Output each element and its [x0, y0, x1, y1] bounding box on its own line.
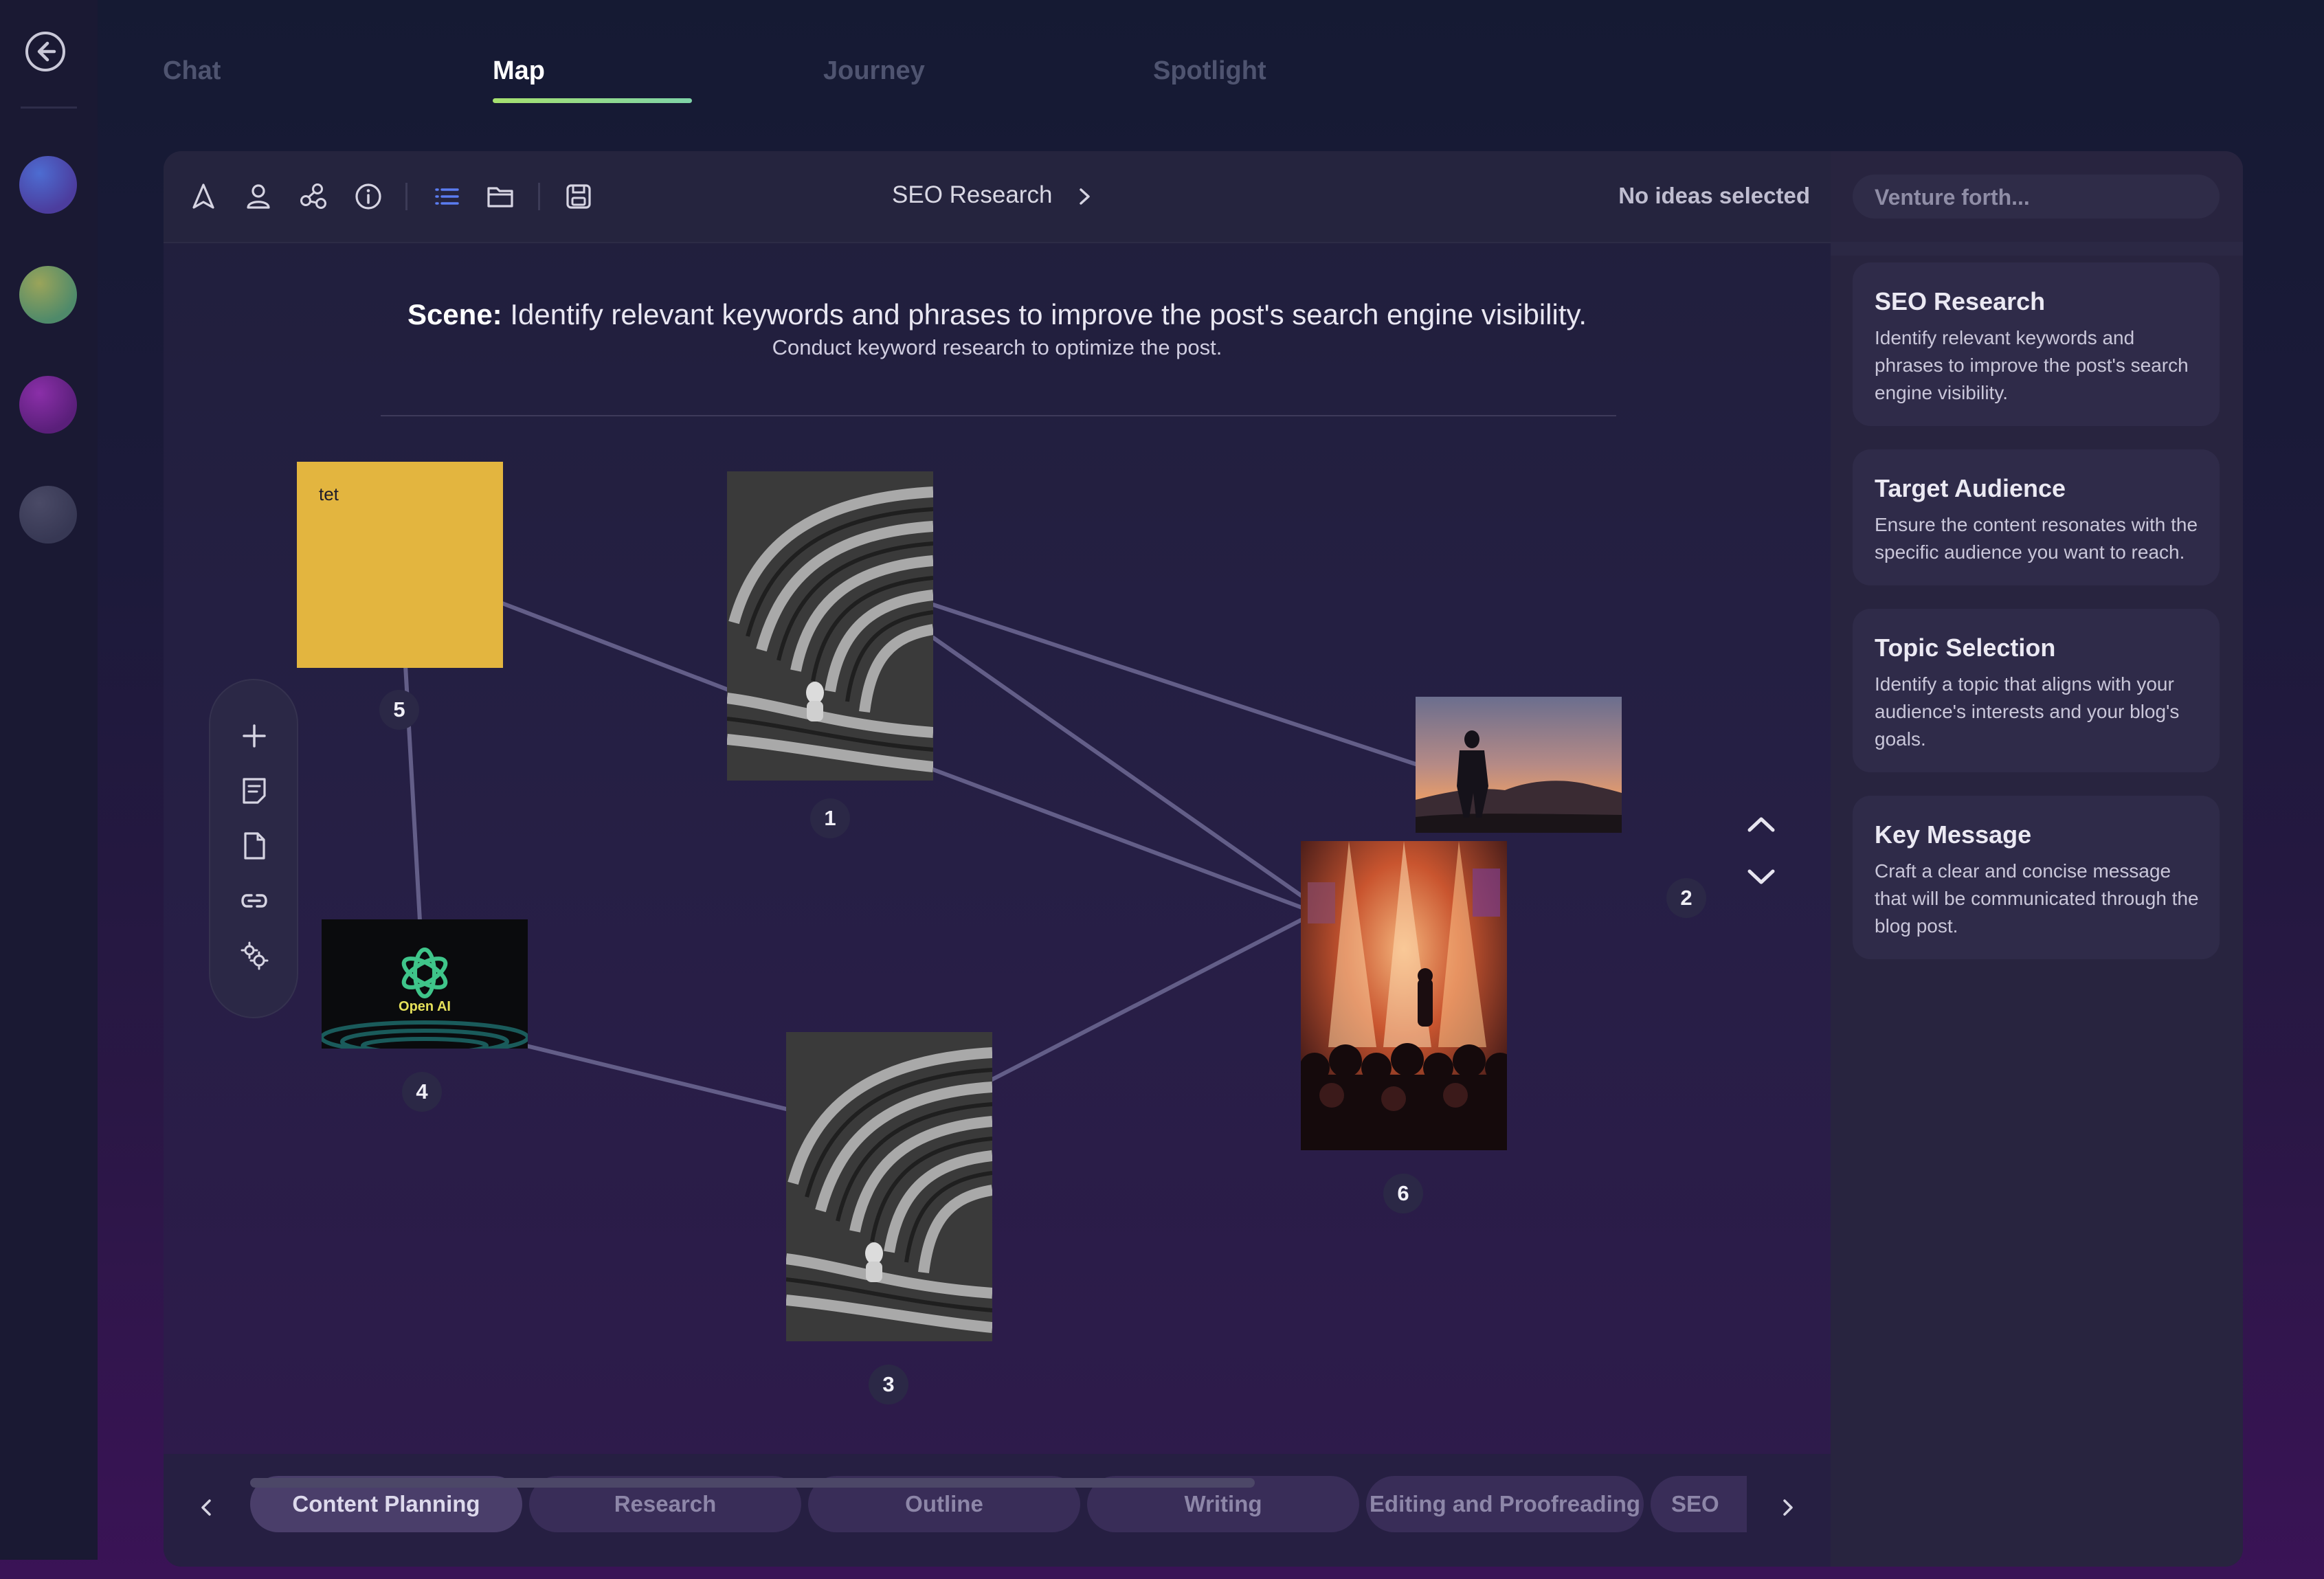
avatar[interactable] — [19, 266, 77, 324]
chevron-up-icon[interactable] — [1743, 811, 1780, 838]
chevron-left-icon[interactable] — [192, 1494, 220, 1521]
link-line — [524, 1044, 788, 1111]
idea-card[interactable]: Key Message Craft a clear and concise me… — [1853, 796, 2220, 959]
image-node[interactable] — [1416, 697, 1622, 833]
note-icon[interactable] — [238, 775, 270, 807]
avatar[interactable] — [19, 486, 77, 544]
tab-map[interactable]: Map — [493, 56, 545, 86]
link-icon[interactable] — [238, 885, 270, 917]
sidebar-divider — [1831, 242, 2243, 256]
openai-caption: Open AI — [399, 999, 451, 1014]
idea-card-title: Target Audience — [1875, 474, 2066, 502]
avatar[interactable] — [19, 156, 77, 214]
idea-card-title: Topic Selection — [1875, 634, 2056, 662]
stage-scrollbar[interactable] — [250, 1478, 1255, 1488]
sunset-silhouette-icon — [1416, 697, 1622, 833]
idea-card-description: Identify relevant keywords and phrases t… — [1875, 327, 2189, 403]
link-line — [500, 601, 730, 692]
image-node[interactable] — [727, 471, 933, 781]
maze-person-icon — [786, 1032, 992, 1341]
node-number: 5 — [379, 690, 419, 730]
left-rail — [0, 0, 98, 1560]
link-line — [931, 768, 1310, 912]
tab-journey[interactable]: Journey — [823, 56, 925, 86]
idea-card[interactable]: SEO Research Identify relevant keywords … — [1853, 262, 2220, 426]
chevron-right-icon[interactable] — [1774, 1494, 1802, 1521]
search-field[interactable] — [1853, 175, 2220, 220]
settings-icon[interactable] — [238, 940, 270, 972]
concert-crowd-icon — [1301, 841, 1507, 1150]
idea-card-description: Craft a clear and concise message that w… — [1875, 860, 2199, 937]
link-line — [931, 603, 1418, 766]
image-node[interactable] — [1301, 841, 1507, 1150]
add-icon[interactable] — [238, 720, 270, 752]
image-node[interactable] — [786, 1032, 992, 1341]
node-number: 3 — [869, 1365, 908, 1404]
idea-card-description: Ensure the content resonates with the sp… — [1875, 514, 2198, 563]
rail-divider — [21, 107, 77, 109]
active-tab-indicator — [493, 98, 692, 103]
sticky-note-text: tet — [319, 484, 339, 504]
link-line — [986, 915, 1310, 1084]
stage-pill[interactable]: Editing and Proofreading — [1366, 1476, 1644, 1532]
tab-spotlight[interactable]: Spotlight — [1153, 56, 1266, 86]
idea-card-description: Identify a topic that aligns with your a… — [1875, 673, 2180, 750]
document-icon[interactable] — [238, 830, 270, 862]
idea-card[interactable]: Topic Selection Identify a topic that al… — [1853, 609, 2220, 772]
back-arrow-icon[interactable] — [24, 30, 67, 73]
idea-card-title: Key Message — [1875, 820, 2032, 849]
chevron-down-icon[interactable] — [1743, 863, 1780, 891]
maze-person-icon — [727, 471, 933, 781]
stage-pill[interactable]: SEO — [1651, 1476, 1747, 1532]
avatar[interactable] — [19, 376, 77, 434]
node-number: 1 — [810, 798, 850, 838]
ideas-sidebar: SEO Research Identify relevant keywords … — [1831, 151, 2243, 1567]
image-node[interactable]: Open AI — [322, 919, 528, 1049]
map-panel: SEO Research No ideas selected Scene: Id… — [164, 151, 2243, 1567]
openai-logo-icon — [322, 919, 528, 1049]
link-line — [931, 636, 1310, 902]
search-input[interactable] — [1873, 175, 2206, 220]
sticky-note-node[interactable]: tet — [297, 462, 503, 668]
node-number: 2 — [1666, 878, 1706, 918]
idea-card-title: SEO Research — [1875, 287, 2046, 315]
node-number: 4 — [402, 1072, 442, 1112]
stage-bar: Content Planning Research Outline Writin… — [164, 1454, 1831, 1567]
tab-chat[interactable]: Chat — [163, 56, 221, 86]
idea-card[interactable]: Target Audience Ensure the content reson… — [1853, 449, 2220, 585]
node-number: 6 — [1383, 1174, 1423, 1213]
canvas-toolbar — [209, 679, 298, 1018]
